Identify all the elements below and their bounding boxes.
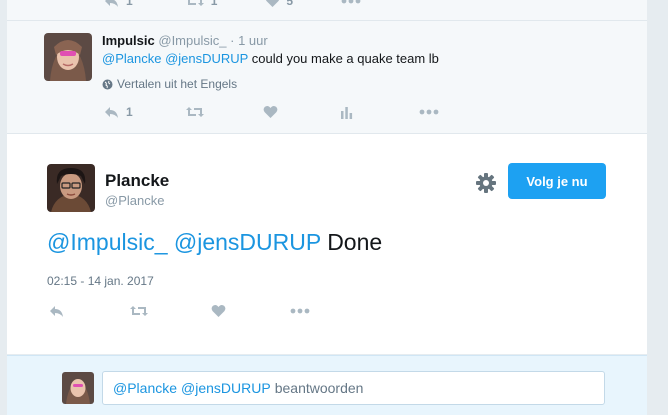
previous-tweet-actions: 1 1 5 [7,0,647,21]
main-tweet: Plancke @Plancke Volg je nu @Impulsic_ @… [7,134,647,354]
reply-icon [104,105,120,119]
like-icon [211,304,226,318]
more-icon [419,109,439,115]
translate-link[interactable]: Vertalen uit het Engels [102,77,237,91]
mention-link[interactable]: @Plancke [102,51,161,66]
main-tweet-text: @Impulsic_ @jensDURUP Done [47,229,382,256]
gear-icon[interactable] [475,172,497,194]
reply-input[interactable]: @Plancke @jensDURUP beantwoorden [102,371,605,405]
author-name[interactable]: Impulsic [102,33,155,48]
reply-button[interactable] [49,304,65,318]
analytics-icon [340,106,353,119]
like-icon [265,0,280,8]
mention-link[interactable]: @jensDURUP [174,229,321,255]
retweet-button[interactable] [129,304,149,318]
reply-icon [104,0,120,8]
main-tweet-action-bar [49,304,310,318]
author-handle[interactable]: @Plancke [105,193,164,208]
like-button[interactable]: 5 [265,0,293,8]
mention-link[interactable]: @jensDURUP [165,51,248,66]
like-icon [263,105,278,119]
retweet-icon [129,304,149,318]
more-icon [341,0,361,4]
more-icon [290,308,310,314]
author-handle[interactable]: @Impulsic_ [158,33,226,48]
mention-link: @Plancke [113,380,178,396]
more-button[interactable] [341,0,361,4]
like-count: 5 [286,0,294,8]
reply-count: 1 [126,105,133,119]
globe-icon [102,79,113,90]
reply-count: 1 [126,0,133,8]
analytics-button[interactable] [340,106,353,119]
retweet-icon [185,105,205,119]
more-button[interactable] [290,308,310,314]
follow-button[interactable]: Volg je nu [508,163,606,199]
avatar[interactable] [47,164,95,212]
retweet-button[interactable]: 1 [185,0,218,8]
like-button[interactable] [263,105,278,119]
like-button[interactable] [211,304,226,318]
mention-link: @jensDURUP [181,380,271,396]
reply-placeholder: beantwoorden [274,380,364,396]
parent-tweet[interactable]: Impulsic @Impulsic_ · 1 uur @Plancke @je… [7,21,647,134]
tweet-time[interactable]: 1 uur [238,33,268,48]
tweet-body: Done [327,229,383,255]
reply-button[interactable]: 1 [104,0,133,8]
author-name[interactable]: Plancke [105,171,169,191]
previous-tweet-action-bar: 1 1 5 [104,0,361,8]
reply-button[interactable]: 1 [104,105,133,119]
retweet-count: 1 [210,0,218,8]
tweet-timestamp[interactable]: 02:15 - 14 jan. 2017 [47,274,154,288]
reply-icon [49,304,65,318]
parent-tweet-header: Impulsic @Impulsic_ · 1 uur [102,33,268,48]
avatar[interactable] [44,33,92,81]
more-button[interactable] [419,109,439,115]
retweet-button[interactable] [185,105,205,119]
retweet-icon [185,0,205,8]
separator: · [230,33,235,48]
parent-tweet-text: @Plancke @jensDURUP could you make a qua… [102,51,439,66]
mention-link[interactable]: @Impulsic_ [47,229,168,255]
tweet-body: could you make a quake team lb [251,51,439,66]
avatar [62,372,94,404]
reply-composer: @Plancke @jensDURUP beantwoorden [7,355,647,415]
translate-label: Vertalen uit het Engels [117,77,238,91]
parent-tweet-action-bar: 1 [104,105,439,119]
